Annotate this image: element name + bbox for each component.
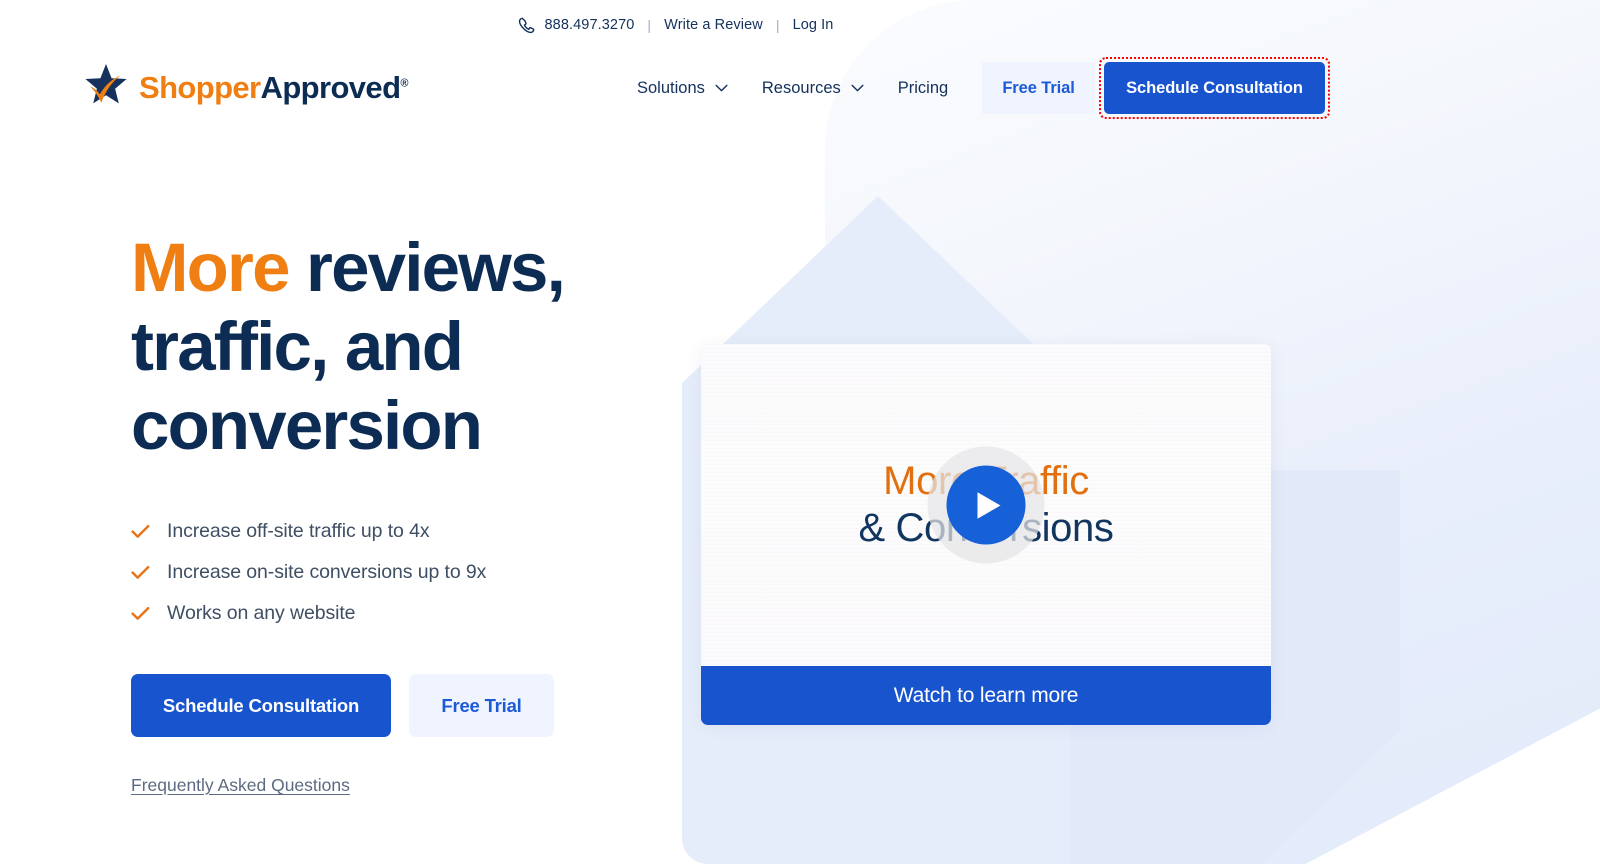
hero-cta-group: Schedule Consultation Free Trial <box>131 674 691 737</box>
nav-item-label: Pricing <box>897 78 949 97</box>
phone-number[interactable]: 888.497.3270 <box>545 17 635 33</box>
utility-bar: 888.497.3270 | Write a Review | Log In <box>0 12 1600 38</box>
check-icon <box>131 606 150 621</box>
chevron-down-icon <box>851 84 864 92</box>
headline-highlight: More <box>131 229 290 306</box>
list-item-label: Increase on-site conversions up to 9x <box>167 561 487 583</box>
utility-divider-1: | <box>647 17 652 33</box>
header-free-trial-button[interactable]: Free Trial <box>982 62 1095 114</box>
faq-link[interactable]: Frequently Asked Questions <box>131 775 350 796</box>
main-nav: Solutions Resources Pricing <box>620 54 965 122</box>
header-schedule-consultation-button[interactable]: Schedule Consultation <box>1104 62 1325 114</box>
check-icon <box>131 524 150 539</box>
list-item-label: Works on any website <box>167 602 356 624</box>
logo-registered-mark: ® <box>400 77 408 90</box>
logo-text: ShopperApproved® <box>139 69 409 105</box>
logo-text-primary: Shopper <box>139 69 261 105</box>
list-item: Increase on-site conversions up to 9x <box>131 552 691 593</box>
list-item-label: Increase off-site traffic up to 4x <box>167 520 430 542</box>
utility-divider-2: | <box>775 17 780 33</box>
nav-item-label: Resources <box>761 78 841 97</box>
log-in-link[interactable]: Log In <box>793 17 834 33</box>
phone-icon <box>517 16 536 35</box>
star-check-logo-icon <box>81 61 131 111</box>
nav-item-solutions[interactable]: Solutions <box>620 79 745 98</box>
check-icon <box>131 565 150 580</box>
list-item: Works on any website <box>131 593 691 634</box>
page-root: 888.497.3270 | Write a Review | Log In S… <box>0 0 1600 864</box>
chevron-down-icon <box>715 84 728 92</box>
nav-item-label: Solutions <box>637 78 705 97</box>
logo[interactable]: ShopperApproved® <box>81 58 409 114</box>
hero-schedule-consultation-button[interactable]: Schedule Consultation <box>131 674 391 737</box>
play-button[interactable] <box>946 465 1026 545</box>
phone-link[interactable]: 888.497.3270 <box>517 16 635 35</box>
benefits-list: Increase off-site traffic up to 4x Incre… <box>131 511 691 634</box>
logo-text-secondary: Approved <box>260 69 401 105</box>
play-icon <box>970 490 1002 520</box>
watch-to-learn-more-button[interactable]: Watch to learn more <box>701 666 1271 725</box>
write-a-review-link[interactable]: Write a Review <box>664 17 763 33</box>
hero-free-trial-button[interactable]: Free Trial <box>409 674 554 737</box>
site-header: ShopperApproved® Solutions Resources Pri… <box>0 54 1600 122</box>
video-thumbnail[interactable]: More Traffic & Conversions <box>701 344 1271 666</box>
nav-item-pricing[interactable]: Pricing <box>881 79 965 98</box>
hero-content: More reviews, traffic, and conversion In… <box>131 228 691 796</box>
nav-item-resources[interactable]: Resources <box>745 79 881 98</box>
video-card[interactable]: More Traffic & Conversions Watch to lear… <box>701 344 1271 725</box>
list-item: Increase off-site traffic up to 4x <box>131 511 691 552</box>
page-title: More reviews, traffic, and conversion <box>131 228 691 465</box>
